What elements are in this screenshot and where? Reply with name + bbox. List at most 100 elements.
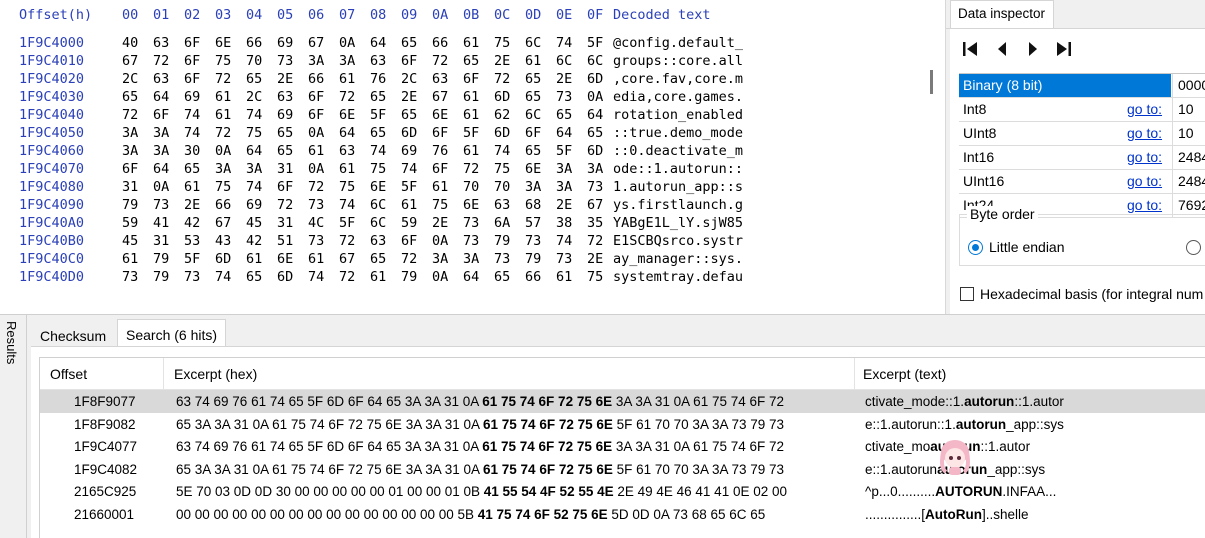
hex-row[interactable]: 1F9C4090 79 73 2E 66 69 72 73 74 6C 61 75 6E 63 68 2E 67… bbox=[0, 197, 930, 215]
hex-byte[interactable]: 72 bbox=[587, 233, 603, 249]
hex-byte[interactable]: 72 bbox=[339, 89, 355, 105]
hex-byte[interactable]: 2E bbox=[556, 197, 572, 213]
hex-byte[interactable]: 6E bbox=[463, 197, 479, 213]
hex-byte[interactable]: 63 bbox=[153, 35, 169, 51]
hex-byte[interactable]: 73 bbox=[184, 269, 200, 285]
inspector-value[interactable]: 0000 bbox=[1172, 74, 1205, 97]
hex-byte[interactable]: 5F bbox=[556, 143, 572, 159]
decoded-text[interactable]: groups::core.all bbox=[613, 53, 743, 69]
hex-byte[interactable]: 73 bbox=[525, 233, 541, 249]
hex-byte[interactable]: 73 bbox=[308, 233, 324, 249]
hex-byte[interactable]: 30 bbox=[184, 143, 200, 159]
hex-byte[interactable]: 6F bbox=[401, 233, 417, 249]
hex-byte[interactable]: 0A bbox=[587, 89, 603, 105]
hex-byte[interactable]: 72 bbox=[463, 161, 479, 177]
hex-byte[interactable]: 2E bbox=[432, 215, 448, 231]
hex-byte[interactable]: 61 bbox=[184, 179, 200, 195]
hex-byte[interactable]: 4C bbox=[308, 215, 324, 231]
hex-row[interactable]: 1F9C4050 3A 3A 74 72 75 65 0A 64 65 6D 6F 5F 6D 6F 64 65… bbox=[0, 125, 930, 143]
hex-byte[interactable]: 5F bbox=[587, 35, 603, 51]
hex-byte[interactable]: 64 bbox=[153, 161, 169, 177]
decoded-text[interactable]: edia,core.games. bbox=[613, 89, 743, 105]
hex-byte[interactable]: 74 bbox=[246, 179, 262, 195]
hex-byte[interactable]: 61 bbox=[308, 143, 324, 159]
hex-byte[interactable]: 51 bbox=[277, 233, 293, 249]
decoded-text[interactable]: ,core.fav,core.m bbox=[613, 71, 743, 87]
decoded-text[interactable]: E1SCBQsrco.systr bbox=[613, 233, 743, 249]
hex-byte[interactable]: 6C bbox=[370, 197, 386, 213]
hex-byte[interactable]: 64 bbox=[339, 125, 355, 141]
hex-byte[interactable]: 6F bbox=[401, 53, 417, 69]
hex-byte[interactable]: 65 bbox=[277, 143, 293, 159]
hex-byte[interactable]: 79 bbox=[153, 269, 169, 285]
hex-byte[interactable]: 6F bbox=[122, 161, 138, 177]
hex-byte[interactable]: 6F bbox=[432, 125, 448, 141]
tab-search[interactable]: Search (6 hits) bbox=[117, 319, 227, 347]
tab-checksum[interactable]: Checksum bbox=[31, 321, 115, 347]
hex-byte[interactable]: 6D bbox=[494, 125, 510, 141]
hex-byte[interactable]: 5F bbox=[401, 179, 417, 195]
hex-byte[interactable]: 6C bbox=[587, 53, 603, 69]
hex-byte[interactable]: 72 bbox=[308, 179, 324, 195]
hex-byte[interactable]: 72 bbox=[339, 233, 355, 249]
hex-byte[interactable]: 74 bbox=[556, 35, 572, 51]
hex-byte[interactable]: 6E bbox=[525, 161, 541, 177]
hex-byte[interactable]: 43 bbox=[215, 233, 231, 249]
first-icon[interactable] bbox=[962, 40, 979, 58]
hex-byte[interactable]: 6D bbox=[587, 71, 603, 87]
hex-byte[interactable]: 72 bbox=[277, 197, 293, 213]
hex-byte[interactable]: 67 bbox=[587, 197, 603, 213]
inspector-value[interactable]: 10 bbox=[1172, 122, 1205, 145]
hex-byte[interactable]: 5F bbox=[339, 215, 355, 231]
hex-byte[interactable]: 76 bbox=[370, 71, 386, 87]
hex-byte[interactable]: 67 bbox=[339, 251, 355, 267]
goto-link[interactable]: go to: bbox=[1127, 125, 1162, 141]
hex-byte[interactable]: 6D bbox=[215, 251, 231, 267]
hex-byte[interactable]: 38 bbox=[556, 215, 572, 231]
inspector-row[interactable]: UInt16go to:2484 bbox=[959, 170, 1205, 194]
hex-byte[interactable]: 69 bbox=[401, 143, 417, 159]
hex-byte[interactable]: 66 bbox=[215, 197, 231, 213]
hex-byte[interactable]: 67 bbox=[432, 89, 448, 105]
hex-byte[interactable]: 42 bbox=[246, 233, 262, 249]
hex-byte[interactable]: 73 bbox=[463, 233, 479, 249]
inspector-row[interactable]: Int16go to:2484 bbox=[959, 146, 1205, 170]
hex-byte[interactable]: 67 bbox=[122, 53, 138, 69]
little-endian-radio[interactable]: Little endian bbox=[968, 239, 1065, 255]
hex-byte[interactable]: 45 bbox=[246, 215, 262, 231]
hex-byte[interactable]: 72 bbox=[432, 53, 448, 69]
hex-byte[interactable]: 61 bbox=[463, 89, 479, 105]
decoded-text[interactable]: ode::1.autorun:: bbox=[613, 161, 743, 177]
decoded-text[interactable]: ay_manager::sys. bbox=[613, 251, 743, 267]
hex-byte[interactable]: 65 bbox=[246, 269, 262, 285]
hex-byte[interactable]: 6F bbox=[308, 107, 324, 123]
hex-byte[interactable]: 79 bbox=[494, 233, 510, 249]
hex-byte[interactable]: 3A bbox=[308, 53, 324, 69]
hex-byte[interactable]: 65 bbox=[556, 107, 572, 123]
hex-row[interactable]: 1F9C40D0 73 79 73 74 65 6D 74 72 61 79 0A 64 65 66 61 75… bbox=[0, 269, 930, 287]
hex-byte[interactable]: 68 bbox=[525, 197, 541, 213]
goto-link[interactable]: go to: bbox=[1127, 101, 1162, 117]
hex-byte[interactable]: 3A bbox=[432, 251, 448, 267]
hex-byte[interactable]: 65 bbox=[184, 161, 200, 177]
hex-byte[interactable]: 64 bbox=[153, 89, 169, 105]
hex-byte[interactable]: 63 bbox=[277, 89, 293, 105]
hex-byte[interactable]: 66 bbox=[525, 269, 541, 285]
result-row[interactable]: 21660001 00 00 00 00 00 00 00 00 00 00 00… bbox=[40, 503, 1205, 526]
decoded-text[interactable]: ys.firstlaunch.g bbox=[613, 197, 743, 213]
inspector-value[interactable]: 2484 bbox=[1172, 146, 1205, 169]
column-header-text[interactable]: Excerpt (text) bbox=[863, 366, 946, 382]
hex-byte[interactable]: 59 bbox=[401, 215, 417, 231]
hex-byte[interactable]: 69 bbox=[184, 89, 200, 105]
goto-link[interactable]: go to: bbox=[1127, 173, 1162, 189]
hex-byte[interactable]: 61 bbox=[463, 35, 479, 51]
hex-row[interactable]: 1F9C4070 6F 64 65 3A 3A 31 0A 61 75 74 6F 72 75 6E 3A 3A… bbox=[0, 161, 930, 179]
hex-byte[interactable]: 72 bbox=[494, 71, 510, 87]
hex-byte[interactable]: 6E bbox=[370, 179, 386, 195]
hex-byte[interactable]: 72 bbox=[401, 251, 417, 267]
hex-byte[interactable]: 40 bbox=[122, 35, 138, 51]
hex-byte[interactable]: 65 bbox=[401, 107, 417, 123]
hex-byte[interactable]: 2C bbox=[246, 89, 262, 105]
hex-byte[interactable]: 72 bbox=[122, 107, 138, 123]
hex-byte[interactable]: 63 bbox=[153, 71, 169, 87]
